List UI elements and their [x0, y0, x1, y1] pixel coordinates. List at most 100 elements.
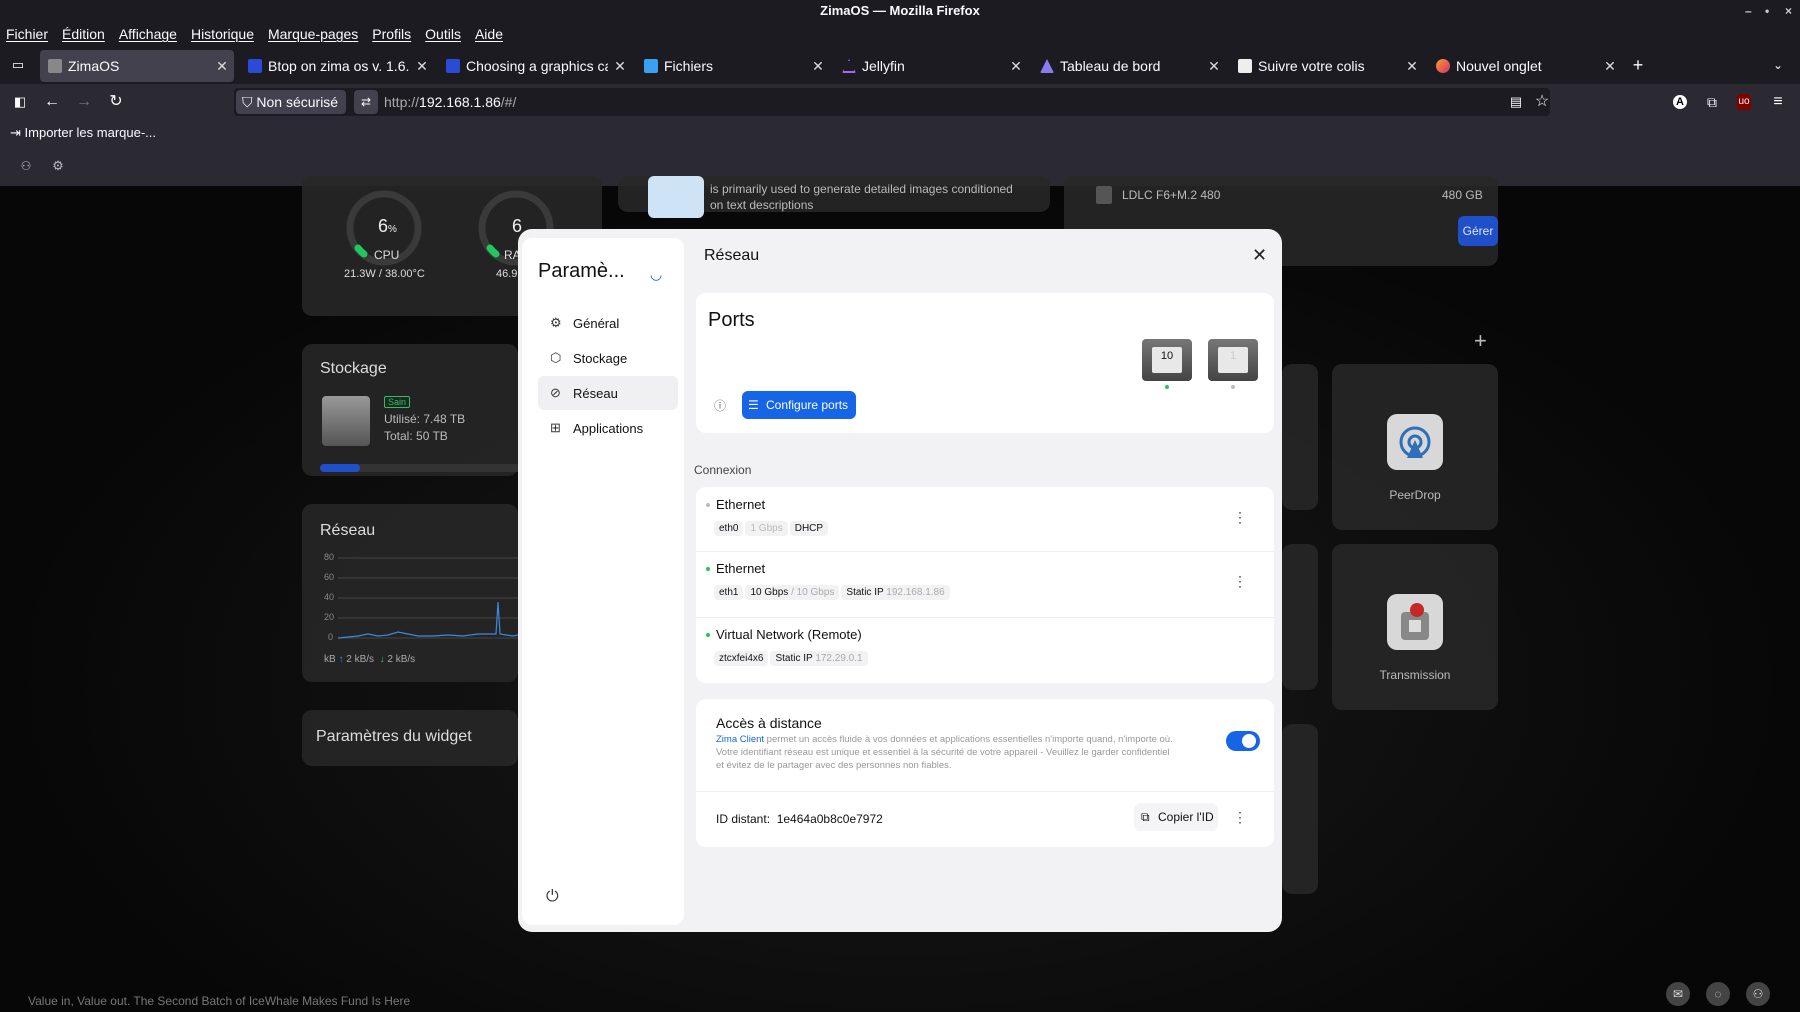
power-icon[interactable]: ⏻: [546, 888, 559, 906]
hamburger-menu-icon[interactable]: ≡: [1766, 90, 1790, 114]
iface-chip: eth0: [714, 521, 744, 536]
close-tab-icon[interactable]: ✕: [1004, 58, 1028, 75]
iface-chip: ztcxfei4x6: [714, 651, 769, 666]
cpu-stats: 21.3W / 38.00°C: [344, 268, 425, 280]
user-icon[interactable]: ⚇: [14, 154, 38, 178]
reddit-favicon-icon: [248, 59, 262, 73]
close-tab-icon[interactable]: ✕: [608, 58, 632, 75]
storage-used: Utilisé: 7.48 TB: [384, 412, 466, 426]
sidebar-toggle-icon[interactable]: ◧: [8, 90, 32, 114]
sidebar-item-applications[interactable]: ⊞ Applications: [538, 411, 678, 445]
maximize-icon[interactable]: •: [1765, 0, 1769, 22]
permissions-icon[interactable]: ⇄: [354, 90, 378, 114]
menu-marque-pages[interactable]: Marque-pages: [268, 26, 358, 42]
reddit-favicon-icon: [446, 59, 460, 73]
sidebar-item-general[interactable]: ⚙ Général: [538, 306, 678, 340]
tab-suivre-colis[interactable]: Suivre votre colis ✕: [1230, 50, 1424, 82]
sidebar-item-reseau[interactable]: ⊘ Réseau: [538, 376, 678, 410]
app-description-card: is primarily used to generate detailed i…: [618, 176, 1050, 218]
reader-view-icon[interactable]: ▤: [1504, 90, 1528, 114]
close-window-icon[interactable]: ×: [1785, 0, 1792, 22]
zima-client-link[interactable]: Zima Client: [716, 734, 764, 745]
app-tile-hidden-1[interactable]: [1282, 364, 1318, 510]
reload-icon[interactable]: ↻: [104, 90, 128, 114]
close-tab-icon[interactable]: ✕: [806, 58, 830, 75]
connection-row-eth0[interactable]: Ethernet eth0 1 Gbps DHCP ⋮: [696, 487, 1274, 551]
import-icon: ⇥: [10, 125, 21, 140]
net-tick-60: 60: [324, 572, 335, 582]
app-tile-transmission[interactable]: Transmission: [1332, 544, 1498, 710]
menu-affichage[interactable]: Affichage: [119, 26, 177, 42]
remote-id-row: ID distant: 1e464a0b8c0e7972: [716, 812, 883, 826]
app-tile-peerdrop[interactable]: PeerDrop: [1332, 364, 1498, 530]
bookmark-star-icon[interactable]: ☆: [1530, 90, 1554, 114]
mail-icon[interactable]: ✉: [1666, 982, 1690, 1006]
widget-settings-card[interactable]: Paramètres du widget: [302, 710, 518, 766]
minimize-icon[interactable]: –: [1745, 0, 1752, 22]
footer-announcement[interactable]: Value in, Value out. The Second Batch of…: [28, 994, 410, 1008]
menu-outils[interactable]: Outils: [425, 26, 461, 42]
net-tick-0: 0: [328, 632, 334, 642]
copy-icon: ⧉: [1141, 810, 1150, 824]
tab-graphics-card[interactable]: Choosing a graphics car ✕: [438, 50, 632, 82]
import-bookmarks-link[interactable]: ⇥ Importer les marque-...: [10, 125, 156, 140]
community-icon[interactable]: ⚇: [1746, 982, 1770, 1006]
close-tab-icon[interactable]: ✕: [1202, 58, 1226, 75]
divider: [696, 551, 1274, 552]
menu-profils[interactable]: Profils: [372, 26, 411, 42]
tab-nouvel-onglet[interactable]: Nouvel onglet ✕: [1428, 50, 1622, 82]
remote-access-panel: Accès à distance Zima Client permet un a…: [696, 699, 1274, 847]
close-tab-icon[interactable]: ✕: [1400, 58, 1424, 75]
menu-fichier[interactable]: Fichier: [6, 26, 48, 42]
transmission-label: Transmission: [1379, 668, 1451, 682]
close-modal-icon[interactable]: ✕: [1252, 245, 1267, 266]
info-icon[interactable]: ⓘ: [714, 397, 726, 414]
remote-access-toggle[interactable]: [1226, 731, 1260, 751]
tab-jellyfin[interactable]: Jellyfin ✕: [834, 50, 1028, 82]
close-tab-icon[interactable]: ✕: [410, 58, 434, 75]
add-app-icon[interactable]: +: [1474, 328, 1487, 354]
app-tile-hidden-3[interactable]: [1282, 724, 1318, 894]
more-options-icon[interactable]: ⋮: [1233, 809, 1247, 826]
connection-row-virtual[interactable]: Virtual Network (Remote) ztcxfei4x6 Stati…: [696, 619, 1274, 683]
tab-tableau-de-bord[interactable]: Tableau de bord ✕: [1032, 50, 1226, 82]
port-1g[interactable]: 1: [1208, 339, 1258, 381]
port-10g-status: [1165, 385, 1169, 389]
connection-row-eth1[interactable]: Ethernet eth1 10 Gbps / 10 Gbps Static IP …: [696, 553, 1274, 617]
tab-fichiers[interactable]: Fichiers ✕: [636, 50, 830, 82]
new-tab-icon[interactable]: +: [1626, 53, 1650, 77]
menu-historique[interactable]: Historique: [191, 26, 254, 42]
tab-btop[interactable]: Btop on zima os v. 1.6.1 ✕: [240, 50, 434, 82]
close-tab-icon[interactable]: ✕: [210, 58, 234, 75]
url-bar[interactable]: ⛉ Non sécurisé ⇄ http://192.168.1.86/#/ …: [234, 88, 1550, 116]
close-tab-icon[interactable]: ✕: [1598, 58, 1622, 75]
chat-icon[interactable]: ◌: [1706, 982, 1730, 1006]
settings-gear-icon[interactable]: ⚙: [46, 154, 70, 178]
forward-icon[interactable]: →: [72, 90, 96, 114]
copy-id-button[interactable]: ⧉ Copier l'ID: [1134, 803, 1218, 831]
menu-aide[interactable]: Aide: [475, 26, 503, 42]
app-description-line1: is primarily used to generate detailed i…: [710, 182, 1013, 196]
back-icon[interactable]: ←: [40, 90, 64, 114]
security-indicator[interactable]: ⛉ Non sécurisé: [236, 90, 347, 114]
remote-id-value: 1e464a0b8c0e7972: [776, 812, 883, 826]
ublock-icon[interactable]: uo: [1732, 90, 1756, 114]
tab-list-icon[interactable]: ▭: [6, 53, 30, 77]
network-legend: kB ↑ 2 kB/s ↓ 2 kB/s: [324, 654, 416, 665]
chevron-down-icon[interactable]: ⌄: [1766, 53, 1790, 77]
storage-card: Stockage Sain Utilisé: 7.48 TB Total: 50…: [302, 344, 520, 476]
port-10g[interactable]: 10: [1142, 339, 1192, 381]
manage-button[interactable]: Gérer: [1458, 216, 1498, 246]
app-tile-hidden-2[interactable]: [1282, 544, 1318, 690]
menu-edition[interactable]: Édition: [62, 26, 105, 42]
url-text[interactable]: http://192.168.1.86/#/: [384, 88, 516, 116]
sidebar-item-stockage[interactable]: ⬡ Stockage: [538, 341, 678, 375]
smiley-icon[interactable]: ◡: [650, 266, 662, 283]
more-options-icon[interactable]: ⋮: [1233, 509, 1247, 526]
network-title: Réseau: [320, 522, 376, 539]
more-options-icon[interactable]: ⋮: [1233, 573, 1247, 590]
extensions-icon[interactable]: ⧉: [1700, 90, 1724, 114]
configure-ports-button[interactable]: ☰ Configure ports: [742, 391, 856, 419]
account-icon[interactable]: A: [1668, 90, 1692, 114]
tab-zimaos[interactable]: ZimaOS ✕: [40, 50, 234, 82]
